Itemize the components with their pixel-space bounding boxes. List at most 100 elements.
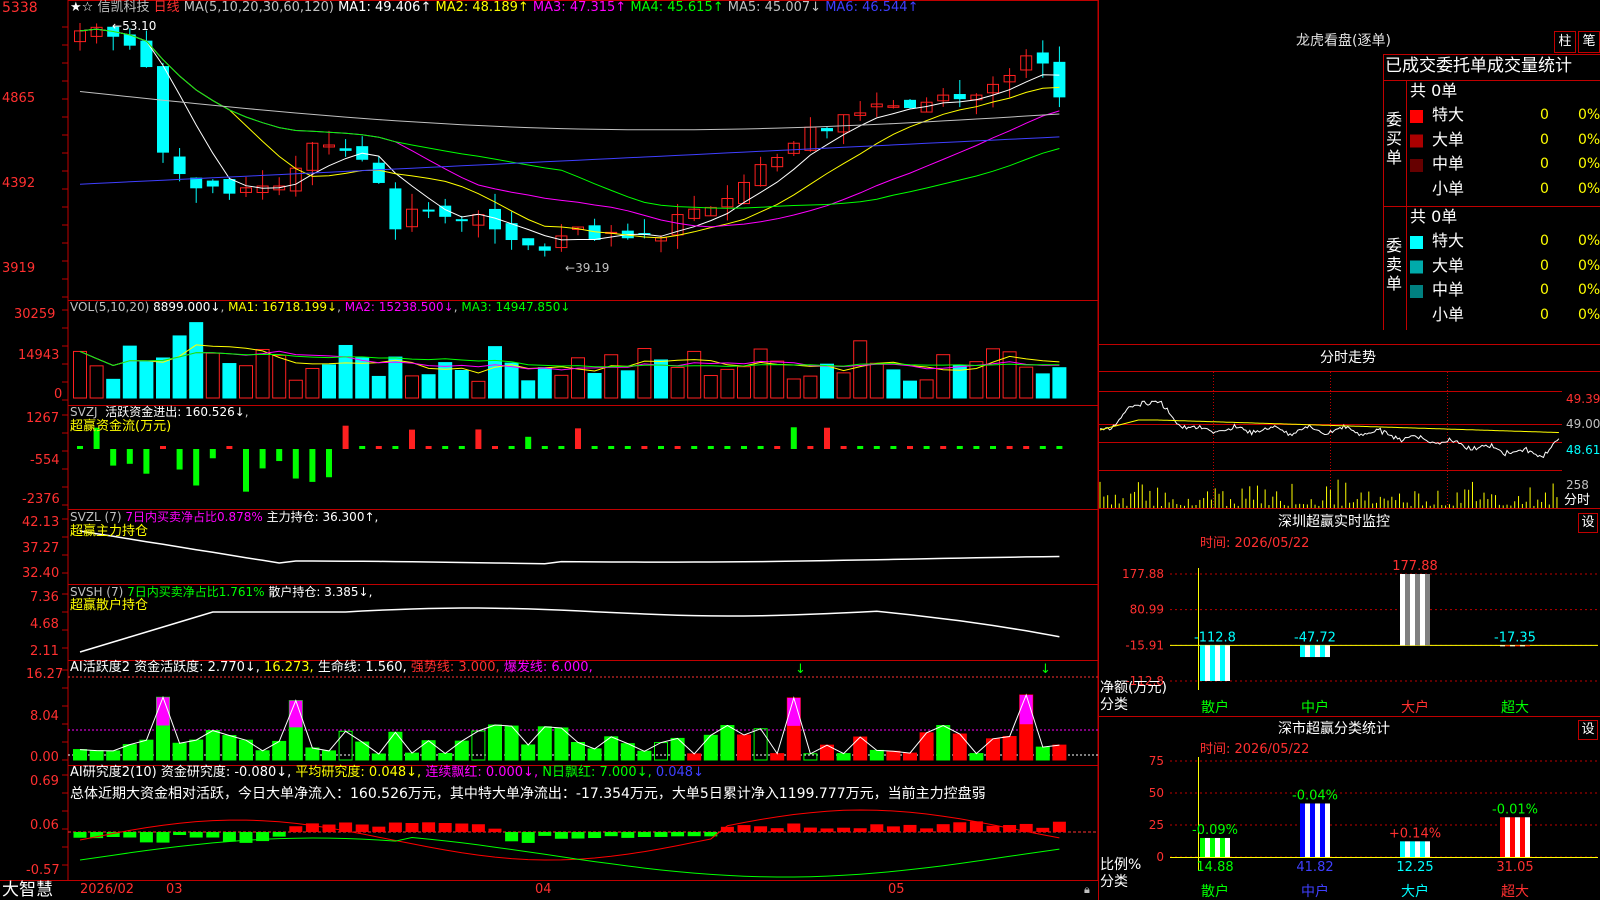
monitor-bar-stripe: [1400, 574, 1405, 646]
research-bar: [422, 822, 436, 832]
candle-body: [1036, 52, 1049, 64]
activity-bar: [886, 750, 901, 761]
fund-flow-bar: [475, 429, 482, 449]
research-line: [79, 836, 1060, 878]
panel-frame: [67, 0, 1099, 301]
stat-category-label: 超大: [1501, 884, 1529, 900]
tab-orders[interactable]: 委托单: [1436, 56, 1487, 76]
ma1-value: MA1: 49.406↑: [338, 0, 432, 15]
volume-bar: [903, 380, 917, 399]
stat-bar-stripe: [1420, 841, 1425, 857]
panel-frame: [67, 405, 1099, 510]
activity-bar: [670, 737, 685, 761]
volume-header: VOL(5,10,20) 8899.000↓, MA1: 16718.199↓,…: [70, 300, 571, 314]
sell-side-label: 委卖单: [1386, 236, 1403, 293]
activity-bar: [139, 739, 154, 761]
order-count: 0: [1540, 131, 1549, 148]
research-bar: [920, 828, 934, 832]
signal-arrow: ↓: [1040, 662, 1051, 677]
activity-bar: [969, 753, 984, 761]
stat-settings-button[interactable]: 设: [1578, 720, 1598, 740]
volume-bar: [438, 362, 453, 399]
fund-flow-bar: [342, 425, 349, 449]
ma6-value: MA6: 46.544↑: [825, 0, 919, 15]
volume-bar: [687, 350, 702, 399]
order-count: 0: [1540, 107, 1549, 123]
monitor-settings-button[interactable]: 设: [1578, 513, 1598, 533]
volume-bar: [421, 374, 436, 399]
activity-bar: [438, 752, 453, 761]
volume-bar: [1019, 366, 1034, 399]
fund-flow-bar: [724, 446, 731, 449]
research-bar: [73, 832, 87, 838]
activity-bar: [521, 744, 536, 761]
activity-bar: [122, 744, 137, 761]
monitor-category-label: 超大: [1501, 700, 1529, 716]
monitor-bar: [1300, 645, 1330, 658]
order-count: 0: [1540, 306, 1549, 323]
favorite-star-icon[interactable]: ★☆: [70, 0, 93, 15]
svzl-axis-label: 42.13: [22, 515, 60, 530]
period-label[interactable]: 日线: [154, 0, 180, 15]
ma4-value: MA4: 45.615↑: [630, 0, 724, 15]
svzl-subtitle: 超赢主力持仓: [70, 524, 149, 539]
research-bar: [604, 832, 618, 837]
stat-bar-value: 31.05: [1496, 860, 1533, 875]
tab-filled[interactable]: 已成交: [1385, 56, 1436, 76]
stat-category-label: 大户: [1401, 883, 1429, 900]
activity-bar: [587, 748, 602, 761]
candle-body: [588, 225, 601, 241]
ai-active-header: AI活跃度2 资金活跃度: 2.770↓, 16.273, 生命线: 1.560…: [70, 660, 593, 675]
monitor-bar-stripe: [1325, 645, 1330, 658]
order-size-label: 小单: [1432, 304, 1465, 324]
stat-bar-delta: +0.14%: [1389, 826, 1441, 841]
price-axis-label: 4392: [2, 176, 36, 191]
fund-flow-bar: [956, 446, 963, 449]
volume-bar: [322, 364, 336, 399]
stat-axis-label: 50: [1149, 786, 1164, 800]
candle-body: [953, 94, 966, 100]
stat-title: 深市超赢分类统计: [1278, 721, 1390, 737]
fund-flow-bar: [990, 446, 996, 449]
date-label: 05: [888, 882, 905, 897]
order-size-label: 中单: [1432, 280, 1465, 299]
intraday-volume-label: 258: [1566, 478, 1589, 492]
buy-side-label: 委买单: [1386, 110, 1403, 167]
volume-axis-label: 30259: [14, 307, 56, 322]
volume-bar: [272, 354, 287, 399]
monitor-bar-stripe: [1425, 574, 1430, 646]
activity-bar: [222, 735, 237, 761]
ai-research-summary: 总体近期大资金相对活跃，今日大单净流入：160.526万元，其中特大单净流出：-…: [70, 786, 986, 802]
stat-bar: [1300, 803, 1330, 857]
activity-bar: [172, 742, 187, 761]
fund-flow-bar: [442, 446, 449, 449]
bar-mode-button[interactable]: 柱: [1554, 31, 1576, 53]
fund-flow-bar: [392, 446, 399, 449]
stat-bar-stripe: [1210, 837, 1215, 857]
order-count: 0: [1540, 233, 1549, 249]
volume-bar: [454, 369, 469, 399]
order-size-label: 大单: [1432, 255, 1465, 275]
research-bar: [770, 828, 784, 832]
fund-flow-bar: [492, 446, 498, 449]
monitor-ylabel: 净额(万元): [1100, 680, 1167, 696]
pen-mode-button[interactable]: 笔: [1578, 31, 1600, 53]
fund-flow-bar: [541, 446, 548, 449]
monitor-category-label: 大户: [1401, 699, 1429, 716]
activity-bar: [869, 749, 884, 761]
fund-flow-bar: [409, 429, 415, 449]
fund-flow-bar: [824, 427, 830, 449]
volume-bar: [388, 356, 403, 399]
monitor-bar-stripe: [1515, 645, 1520, 647]
tab-volume-stats[interactable]: 成交量统计: [1487, 56, 1572, 76]
monitor-xlabel: 分类: [1100, 697, 1128, 713]
svzj-axis-label: 1267: [26, 411, 60, 426]
price-axis-top-label: 5338: [2, 0, 38, 16]
svzj-subtitle: 超赢资金流(万元): [70, 419, 172, 434]
research-bar: [571, 832, 585, 839]
intraday-price-line: [1099, 400, 1560, 459]
lock-icon[interactable]: 🔒︎: [1084, 882, 1090, 898]
lhkp-title: 龙虎看盘(逐单): [1296, 33, 1391, 49]
stat-bar-stripe: [1310, 803, 1315, 857]
buy-total: 共 0单: [1410, 81, 1458, 100]
